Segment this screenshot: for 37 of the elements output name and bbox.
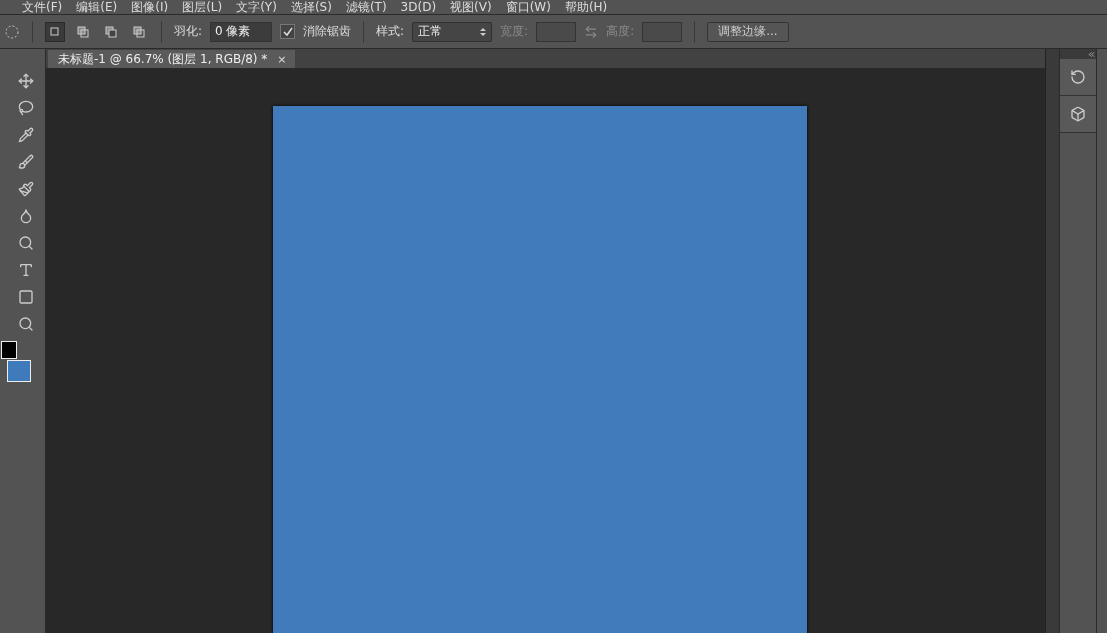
square-icon	[49, 25, 61, 38]
style-label: 样式:	[376, 23, 405, 40]
document-tab[interactable]: 未标题-1 @ 66.7% (图层 1, RGB/8) * ×	[48, 50, 295, 68]
height-field[interactable]	[642, 21, 683, 42]
close-button[interactable]: ×	[277, 52, 287, 66]
background-swatch[interactable]	[7, 360, 31, 382]
menu-item[interactable]: 图层(L)	[182, 0, 223, 14]
menu-item[interactable]: 文件(F)	[22, 0, 63, 14]
ellipse-marquee-icon[interactable]	[4, 23, 20, 40]
style-dropdown[interactable]: 正常	[412, 21, 493, 42]
undo-arrow-icon	[1070, 69, 1086, 85]
menu-item[interactable]: 窗口(W)	[505, 0, 551, 14]
feather-label: 羽化:	[174, 23, 203, 40]
square-icon	[105, 25, 117, 38]
menu-item[interactable]: 3D(D)	[400, 0, 437, 14]
feather-field[interactable]: 0 像素	[210, 21, 273, 42]
menu-item[interactable]: 帮助(H)	[564, 0, 608, 14]
square-icon	[77, 25, 89, 38]
foreground-swatch[interactable]	[1, 341, 17, 359]
antialias-checkbox[interactable]	[280, 24, 296, 39]
tab-title: 未标题-1 @ 66.7% (图层 1, RGB/8) *	[58, 50, 268, 68]
menu-item[interactable]: 编辑(E)	[76, 0, 118, 14]
history-panel-button[interactable]	[1060, 59, 1096, 96]
refine-edge-button[interactable]: 调整边缘...	[707, 21, 789, 42]
menu-item[interactable]: 文字(Y)	[236, 0, 277, 14]
square-icon	[133, 25, 145, 38]
selection-mode-button[interactable]	[45, 21, 65, 42]
antialias-label: 消除锯齿	[303, 23, 352, 40]
menu-item[interactable]: 滤镜(T)	[345, 0, 387, 14]
menu-item[interactable]: 图像(I)	[131, 0, 169, 14]
width-field[interactable]	[536, 21, 577, 42]
cube-icon	[1070, 106, 1086, 122]
menu-item[interactable]: 视图(V)	[450, 0, 492, 14]
model-panel-button[interactable]	[1060, 96, 1096, 133]
updown-icon	[480, 26, 487, 37]
collapse-icon[interactable]	[1087, 49, 1096, 59]
menu-item[interactable]: 选择(S)	[290, 0, 332, 14]
